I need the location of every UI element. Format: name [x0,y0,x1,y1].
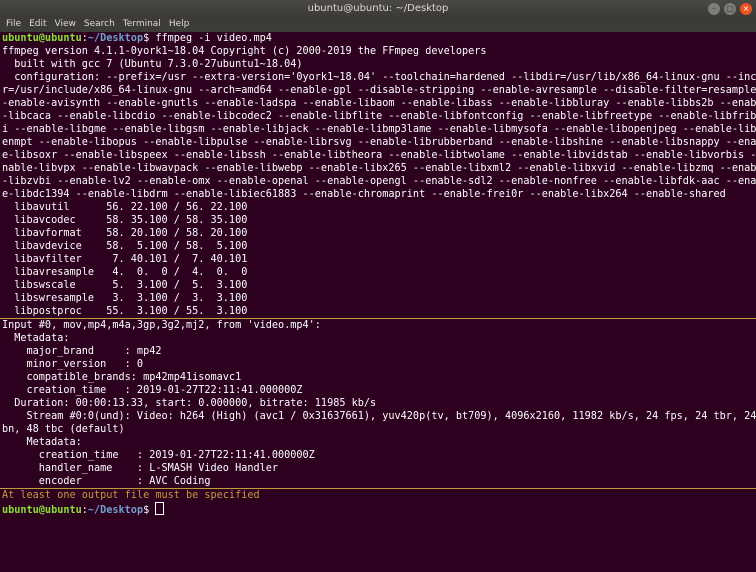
output-line: r=/usr/include/x86_64-linux-gnu --arch=a… [2,85,756,96]
output-line: Metadata: [2,437,82,448]
output-line: -libzvbi --enable-lv2 --enable-omx --ena… [2,176,756,187]
output-line: Duration: 00:00:13.33, start: 0.000000, … [2,398,377,409]
window-title: ubuntu@ubuntu: ~/Desktop [307,3,449,14]
output-line: minor_version : 0 [2,359,144,370]
maximize-button[interactable]: □ [724,2,736,15]
prompt-user: ubuntu@ubuntu [2,33,82,44]
output-line: e-libsoxr --enable-libspeex --enable-lib… [2,150,756,161]
output-line: Metadata: [2,333,70,344]
output-line: libavdevice 58. 5.100 / 58. 5.100 [2,241,248,252]
terminal-window: ubuntu@ubuntu: ~/Desktop – □ × File Edit… [0,0,756,572]
output-line: Input #0, mov,mp4,m4a,3gp,3g2,mj2, from … [2,320,321,331]
minimize-button[interactable]: – [708,2,720,15]
menu-search[interactable]: Search [84,17,115,32]
output-line: compatible_brands: mp42mp41isomavc1 [2,372,242,383]
command-line: ubuntu@ubuntu:~/Desktop$ ffmpeg -i video… [2,33,272,44]
menu-bar: File Edit View Search Terminal Help [0,17,756,32]
menu-edit[interactable]: Edit [29,17,46,32]
output-line: creation_time : 2019-01-27T22:11:41.0000… [2,450,315,461]
output-line: libswscale 5. 3.100 / 5. 3.100 [2,280,248,291]
prompt-user: ubuntu@ubuntu [2,505,82,516]
error-message: At least one output file must be specifi… [2,490,260,501]
output-line: major_brand : mp42 [2,346,162,357]
output-line: creation_time : 2019-01-27T22:11:41.0000… [2,385,303,396]
output-line: Stream #0:0(und): Video: h264 (High) (av… [2,411,756,422]
active-prompt-line[interactable]: ubuntu@ubuntu:~/Desktop$ [2,502,754,516]
output-line: libavfilter 7. 40.101 / 7. 40.101 [2,254,248,265]
output-line: nable-libvpx --enable-libwavpack --enabl… [2,163,756,174]
output-line: libavcodec 58. 35.100 / 58. 35.100 [2,215,248,226]
title-bar: ubuntu@ubuntu: ~/Desktop – □ × [0,0,756,17]
output-line: handler_name : L-SMASH Video Handler [2,463,279,474]
menu-help[interactable]: Help [169,17,190,32]
command-text: ffmpeg -i video.mp4 [149,33,272,44]
output-line: libswresample 3. 3.100 / 3. 3.100 [2,293,248,304]
input-info-output: Input #0, mov,mp4,m4a,3gp,3g2,mj2, from … [2,319,756,488]
ffmpeg-version-output: ffmpeg version 4.1.1-0york1~18.04 Copyri… [2,45,756,318]
menu-file[interactable]: File [6,17,21,32]
menu-terminal[interactable]: Terminal [123,17,161,32]
output-line: libavformat 58. 20.100 / 58. 20.100 [2,228,248,239]
output-line: configuration: --prefix=/usr --extra-ver… [2,72,756,83]
close-button[interactable]: × [740,2,752,15]
output-line: e-libdc1394 --enable-libdrm --enable-lib… [2,189,726,200]
prompt-symbol: $ [143,505,150,516]
output-line: enmpt --enable-libopus --enable-libpulse… [2,137,756,148]
output-line: -enable-avisynth --enable-gnutls --enabl… [2,98,756,109]
output-line: -libcaca --enable-libcdio --enable-libco… [2,111,756,122]
prompt-path: ~/Desktop [87,505,144,516]
output-line: i --enable-libgme --enable-libgsm --enab… [2,124,756,135]
output-line: built with gcc 7 (Ubuntu 7.3.0-27ubuntu1… [2,59,303,70]
output-line: libavresample 4. 0. 0 / 4. 0. 0 [2,267,248,278]
output-line: bn, 48 tbc (default) [2,424,125,435]
window-controls: – □ × [708,2,752,15]
terminal-output[interactable]: ubuntu@ubuntu:~/Desktop$ ffmpeg -i video… [0,32,756,572]
prompt-path: ~/Desktop [87,33,144,44]
output-line: ffmpeg version 4.1.1-0york1~18.04 Copyri… [2,46,487,57]
menu-view[interactable]: View [55,17,76,32]
output-line: libpostproc 55. 3.100 / 55. 3.100 [2,306,248,317]
output-line: libavutil 56. 22.100 / 56. 22.100 [2,202,248,213]
text-cursor [155,502,165,515]
output-line: encoder : AVC Coding [2,476,211,487]
